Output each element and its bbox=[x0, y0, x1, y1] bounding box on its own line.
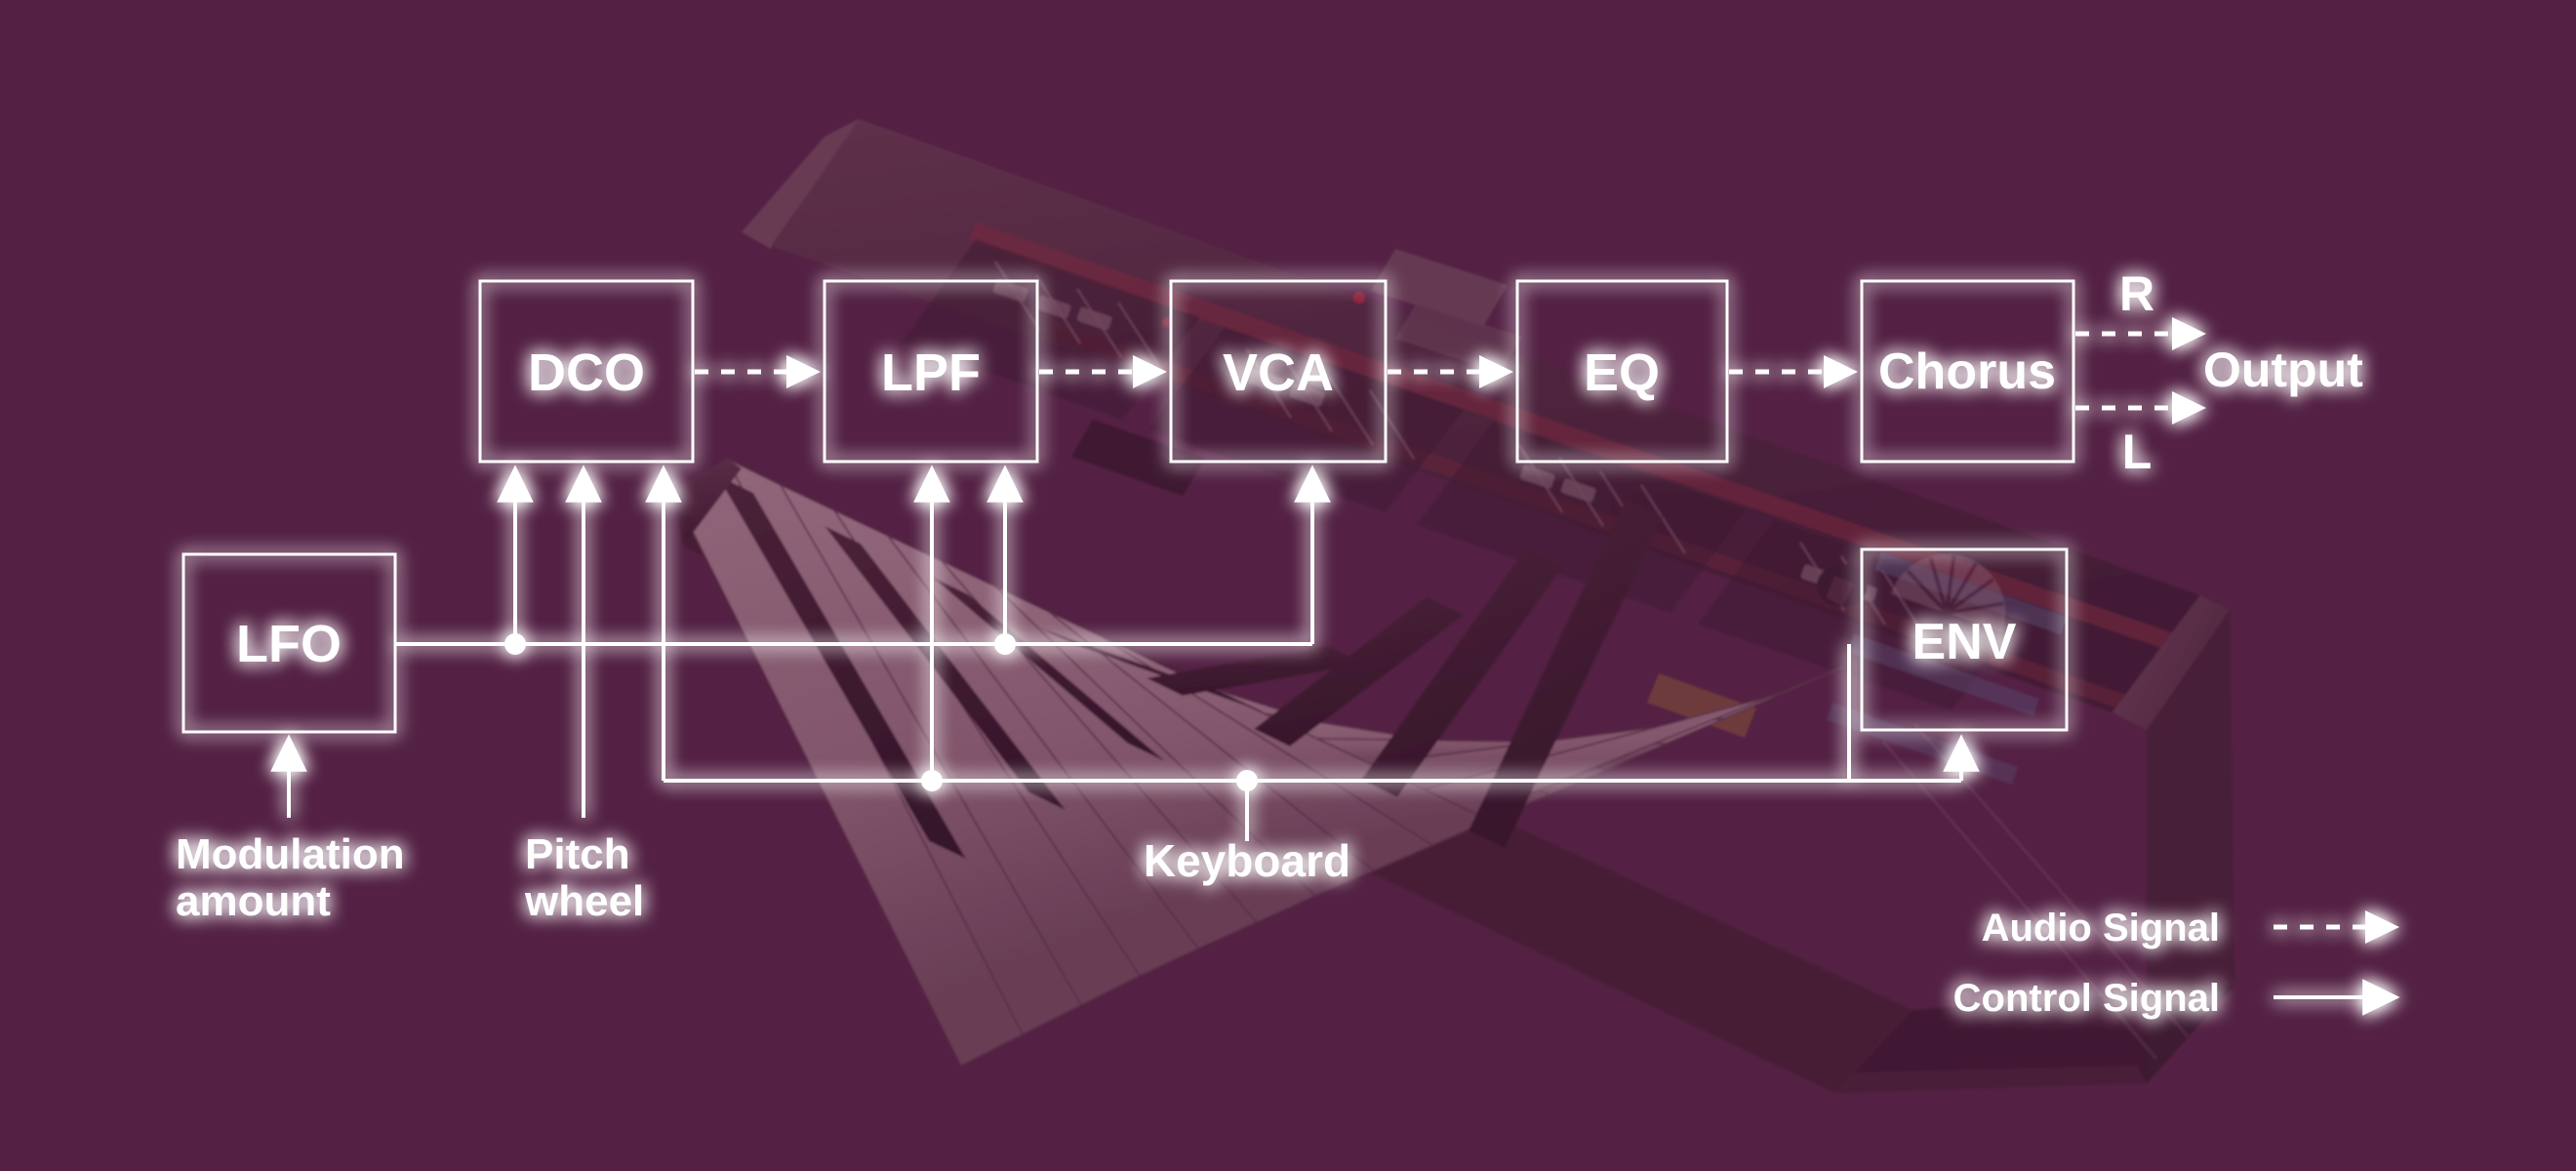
node-vca[interactable]: VCA bbox=[1169, 279, 1388, 464]
node-dco-label: DCO bbox=[528, 343, 645, 402]
node-lfo-label: LFO bbox=[236, 615, 342, 673]
legend-control-signal-label: Control Signal bbox=[1953, 977, 2220, 1020]
label-pitch-wheel-line2: wheel bbox=[524, 877, 644, 925]
node-vca-label: VCA bbox=[1223, 343, 1334, 402]
junction-lfo-lpf bbox=[994, 633, 1016, 655]
node-chorus-label: Chorus bbox=[1878, 343, 2056, 400]
label-modulation-amount-line1: Modulation bbox=[176, 830, 405, 878]
label-output: Output bbox=[2203, 343, 2363, 397]
node-eq-label: EQ bbox=[1584, 343, 1660, 402]
legend-audio-signal-label: Audio Signal bbox=[1982, 907, 2220, 949]
label-output-right: R bbox=[2119, 266, 2154, 321]
node-env[interactable]: ENV bbox=[1860, 547, 2069, 732]
label-pitch-wheel-line1: Pitch bbox=[525, 830, 630, 878]
legend: Audio Signal Control Signal bbox=[1953, 907, 2400, 1020]
label-keyboard: Keyboard bbox=[1144, 835, 1350, 886]
diagram-canvas: DCO LPF VCA EQ Chorus LFO ENV Output R L… bbox=[0, 0, 2576, 1171]
node-chorus[interactable]: Chorus bbox=[1860, 279, 2075, 464]
node-eq[interactable]: EQ bbox=[1515, 279, 1729, 464]
label-modulation-amount-line2: amount bbox=[176, 877, 331, 925]
node-env-label: ENV bbox=[1912, 614, 2017, 670]
control-signal-paths bbox=[270, 464, 1980, 841]
label-output-left: L bbox=[2122, 424, 2153, 479]
signal-flow-overlay: DCO LPF VCA EQ Chorus LFO ENV Output R L… bbox=[176, 266, 2400, 1020]
node-dco[interactable]: DCO bbox=[478, 279, 695, 464]
node-lpf[interactable]: LPF bbox=[823, 279, 1039, 464]
node-lpf-label: LPF bbox=[881, 343, 981, 402]
node-lfo[interactable]: LFO bbox=[181, 552, 397, 734]
